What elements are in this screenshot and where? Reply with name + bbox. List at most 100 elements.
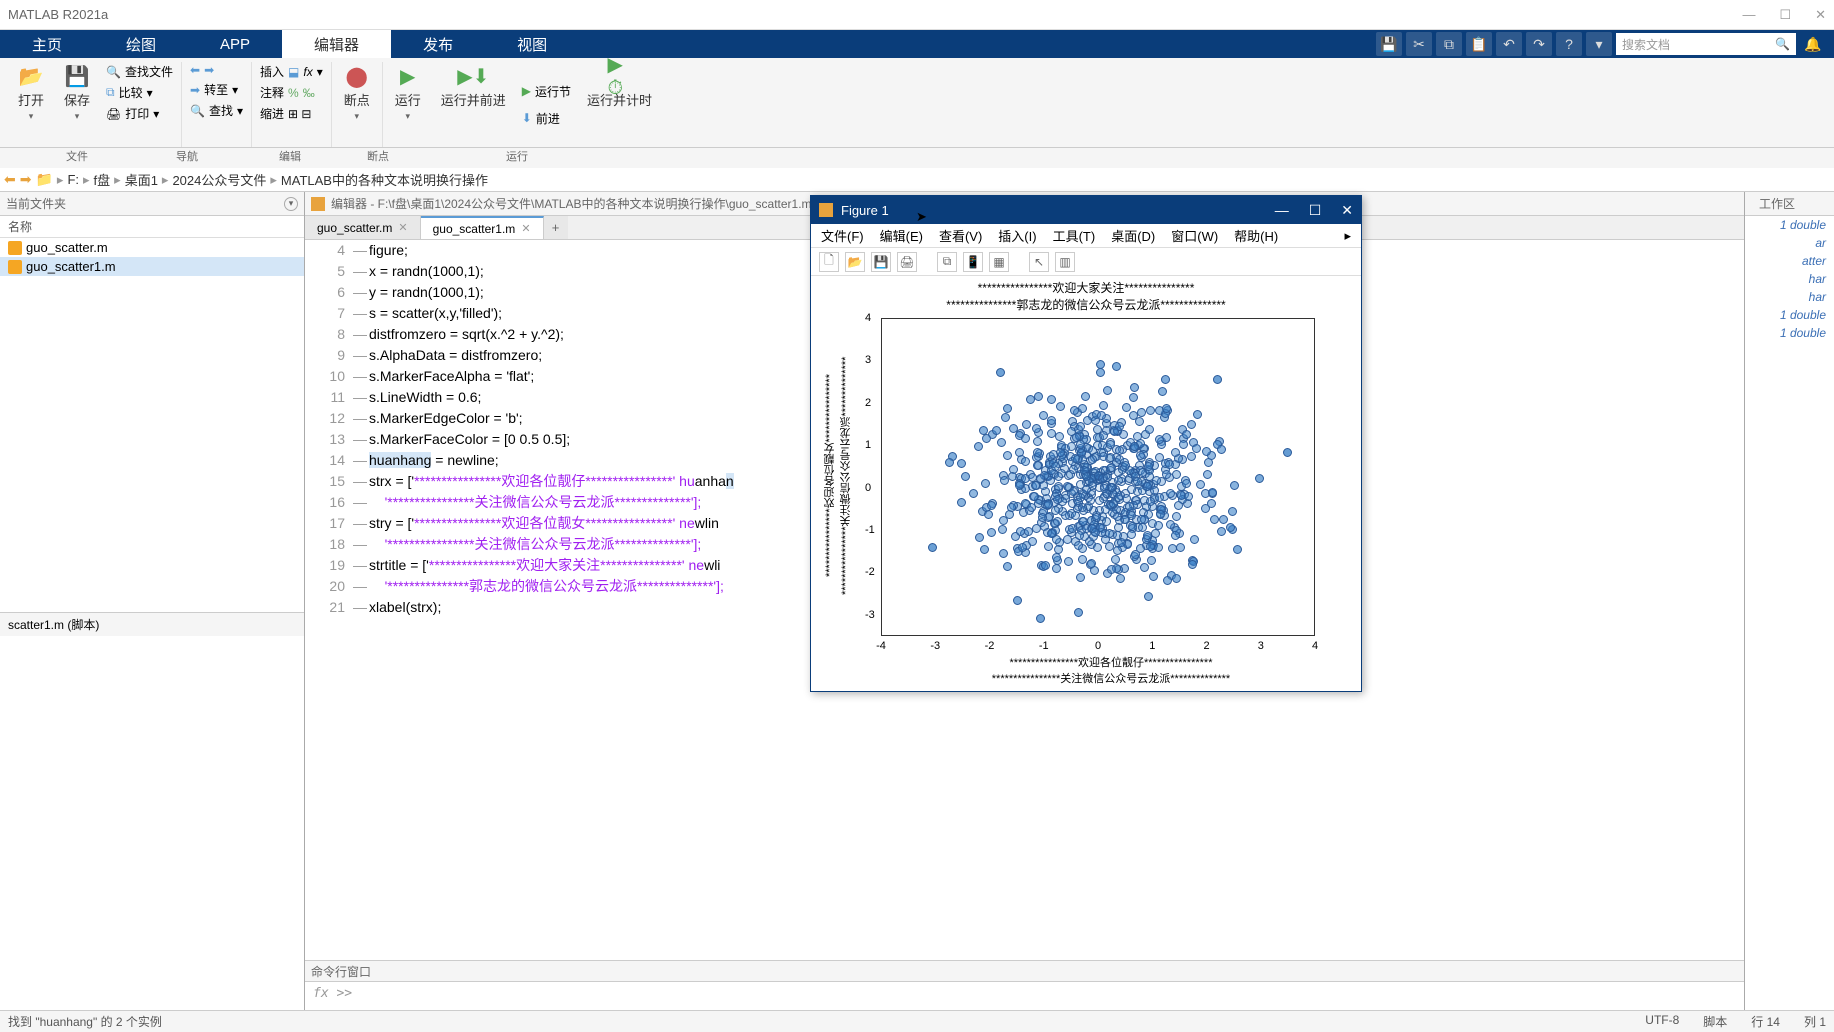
matlab-icon — [819, 203, 833, 217]
tab-app[interactable]: APP — [188, 30, 282, 58]
figure-toolbar: 🗋 📂 💾 🖨 ⧉ 📱 ▦ ↖ ▥ — [811, 248, 1361, 276]
pointer-icon[interactable]: ↖ — [1029, 252, 1049, 272]
file-details-header: scatter1.m (脚本) — [0, 612, 304, 636]
breakpoint-button[interactable]: ⬤断点▾ — [336, 62, 378, 147]
mfile-icon — [8, 241, 22, 255]
status-line: 行 14 — [1751, 1013, 1780, 1030]
tab-close-icon[interactable]: ✕ — [398, 221, 407, 234]
find-button[interactable]: 🔍查找 ▾ — [186, 101, 247, 120]
print-button[interactable]: 🖨打印 ▾ — [102, 104, 177, 123]
find-files-button[interactable]: 🔍查找文件 — [102, 62, 177, 81]
ylabel-line2: ****************关注微信公众号云龙派************** — [839, 326, 853, 626]
print-fig-icon[interactable]: 🖨 — [897, 252, 917, 272]
file-item[interactable]: guo_scatter.m — [0, 238, 304, 257]
run-button[interactable]: ▶运行▾ — [387, 62, 429, 147]
tab-home[interactable]: 主页 — [0, 30, 94, 58]
colorbar-icon[interactable]: ▥ — [1055, 252, 1075, 272]
close-icon[interactable]: ✕ — [1815, 7, 1826, 23]
new-fig-icon[interactable]: 🗋 — [819, 252, 839, 272]
help-icon[interactable]: ? — [1556, 32, 1582, 56]
search-docs-input[interactable]: 搜索文档 🔍 — [1616, 33, 1796, 55]
run-time-button[interactable]: ▶⏱运行并计时 — [579, 62, 660, 147]
menu-help[interactable]: 帮助(H) — [1234, 226, 1278, 245]
file-item[interactable]: guo_scatter1.m — [0, 257, 304, 276]
fig-minimize-icon[interactable]: — — [1275, 202, 1289, 219]
workspace-panel: 工作区 1 doublearatterharhar1 double1 doubl… — [1744, 192, 1834, 1010]
paste-icon[interactable]: 📋 — [1466, 32, 1492, 56]
menu-more-icon[interactable]: ▸ — [1344, 228, 1351, 244]
status-col: 列 1 — [1804, 1013, 1826, 1030]
open-fig-icon[interactable]: 📂 — [845, 252, 865, 272]
save-icon[interactable]: 💾 — [1376, 32, 1402, 56]
back-path-icon[interactable]: ⬅ — [4, 171, 16, 188]
save-button[interactable]: 💾保存▾ — [56, 62, 98, 147]
toolstrip-tabs: 主页 绘图 APP 编辑器 发布 视图 💾 ✂ ⧉ 📋 ↶ ↷ ? ▾ 搜索文档… — [0, 30, 1834, 58]
address-bar[interactable]: ⬅ ➡ 📁 ▸F: ▸f盘 ▸桌面1 ▸2024公众号文件 ▸MATLAB中的各… — [0, 168, 1834, 192]
copy-icon[interactable]: ⧉ — [1436, 32, 1462, 56]
editor-tab[interactable]: guo_scatter1.m✕ — [421, 216, 544, 239]
addon-icon[interactable]: ▾ — [1586, 32, 1612, 56]
file-list-name-col[interactable]: 名称 — [0, 216, 304, 238]
zoom-icon[interactable]: ⧉ — [937, 252, 957, 272]
xlabel: ****************欢迎各位靓仔**************** *… — [881, 656, 1341, 687]
run-advance-button[interactable]: ▶⬇运行并前进 — [433, 62, 514, 147]
command-window[interactable]: fx >> — [305, 982, 1834, 1010]
ylabel-line1: ****************欢迎各位靓女**************** — [823, 326, 837, 626]
goto-button[interactable]: ➡转至 ▾ — [186, 80, 247, 99]
figure-canvas: ****************欢迎大家关注*************** **… — [811, 276, 1361, 691]
advance-button[interactable]: ⬇前进 — [518, 109, 575, 128]
mfile-icon — [8, 260, 22, 274]
figure-titlebar[interactable]: Figure 1 — ☐ ✕ — [811, 196, 1361, 224]
editor-tab[interactable]: guo_scatter.m✕ — [305, 216, 421, 239]
tab-publish[interactable]: 发布 — [391, 30, 485, 58]
status-encoding: UTF-8 — [1645, 1013, 1679, 1030]
current-folder-panel: 当前文件夹 ▾ 名称 guo_scatter.m guo_scatter1.m … — [0, 192, 305, 1010]
current-folder-header: 当前文件夹 ▾ — [0, 192, 304, 216]
scatter-plot[interactable] — [881, 318, 1315, 636]
cut-icon[interactable]: ✂ — [1406, 32, 1432, 56]
menu-desktop[interactable]: 桌面(D) — [1111, 226, 1155, 245]
menu-file[interactable]: 文件(F) — [821, 226, 864, 245]
figure-menubar: 文件(F) 编辑(E) 查看(V) 插入(I) 工具(T) 桌面(D) 窗口(W… — [811, 224, 1361, 248]
folder-icon[interactable]: 📁 — [35, 171, 52, 188]
editor-icon — [311, 197, 325, 211]
fig-maximize-icon[interactable]: ☐ — [1309, 202, 1322, 219]
fig-close-icon[interactable]: ✕ — [1341, 202, 1353, 219]
search-icon[interactable]: 🔍 — [1775, 37, 1790, 51]
tab-plot[interactable]: 绘图 — [94, 30, 188, 58]
tab-close-icon[interactable]: ✕ — [521, 222, 530, 235]
compare-button[interactable]: ⧉比较 ▾ — [102, 83, 177, 102]
minimize-icon[interactable]: — — [1742, 7, 1755, 23]
maximize-icon[interactable]: ☐ — [1779, 7, 1791, 23]
indent-button[interactable]: 缩进 ⊞ ⊟ — [256, 104, 327, 123]
status-mode: 脚本 — [1703, 1013, 1727, 1030]
menu-tools[interactable]: 工具(T) — [1053, 226, 1096, 245]
command-window-header: 命令行窗口 — [305, 960, 1834, 982]
rotate-icon[interactable]: 📱 — [963, 252, 983, 272]
workspace-header: 工作区 — [1745, 192, 1834, 216]
panel-menu-icon[interactable]: ▾ — [284, 197, 298, 211]
databrush-icon[interactable]: ▦ — [989, 252, 1009, 272]
status-find-msg: 找到 "huanhang" 的 2 个实例 — [8, 1013, 162, 1030]
menu-window[interactable]: 窗口(W) — [1171, 226, 1218, 245]
nav-back-button[interactable]: ⬅➡ — [186, 62, 247, 78]
menu-insert[interactable]: 插入(I) — [998, 226, 1036, 245]
chart-title: ****************欢迎大家关注*************** **… — [811, 276, 1361, 314]
tab-view[interactable]: 视图 — [485, 30, 579, 58]
add-tab-button[interactable]: + — [544, 216, 568, 239]
menu-view[interactable]: 查看(V) — [939, 226, 982, 245]
window-titlebar: MATLAB R2021a — ☐ ✕ — [0, 0, 1834, 30]
open-button[interactable]: 📂打开▾ — [10, 62, 52, 147]
tab-editor[interactable]: 编辑器 — [282, 30, 391, 58]
run-section-button[interactable]: ▶运行节 — [518, 82, 575, 101]
bell-icon[interactable]: 🔔 — [1800, 32, 1826, 56]
undo-icon[interactable]: ↶ — [1496, 32, 1522, 56]
insert-button[interactable]: 插入 ⬓ fx ▾ — [256, 62, 327, 81]
save-fig-icon[interactable]: 💾 — [871, 252, 891, 272]
figure-window[interactable]: Figure 1 — ☐ ✕ 文件(F) 编辑(E) 查看(V) 插入(I) 工… — [810, 195, 1362, 692]
redo-icon[interactable]: ↷ — [1526, 32, 1552, 56]
comment-button[interactable]: 注释 % ‰ — [256, 83, 327, 102]
fwd-path-icon[interactable]: ➡ — [20, 171, 32, 188]
menu-edit[interactable]: 编辑(E) — [880, 226, 923, 245]
status-bar: 找到 "huanhang" 的 2 个实例 UTF-8 脚本 行 14 列 1 — [0, 1010, 1834, 1032]
